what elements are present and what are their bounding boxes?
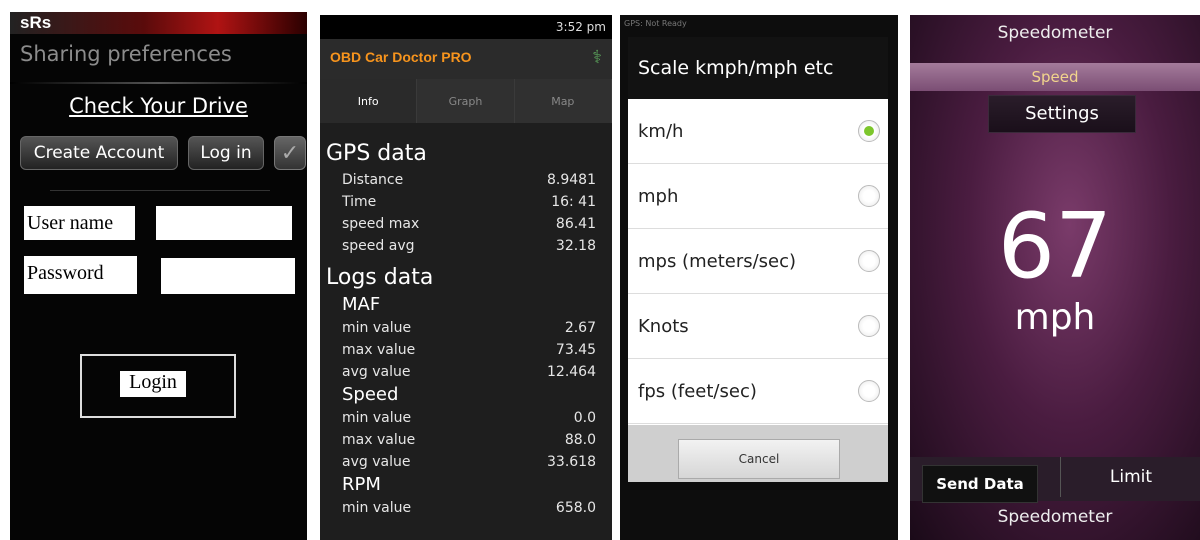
option-fps[interactable]: fps (feet/sec) [628, 359, 888, 424]
dialog-footer: Cancel [628, 425, 888, 482]
app-header: OBD Car Doctor PRO ⚕ [320, 39, 612, 79]
table-row: Time 16: 41 [342, 194, 596, 210]
tab-info[interactable]: Info [320, 79, 418, 123]
option-mps[interactable]: mps (meters/sec) [628, 229, 888, 294]
password-label: Password [24, 256, 137, 294]
cancel-button[interactable]: Cancel [678, 439, 840, 479]
speedometer-screen: Speedometer Speed Settings 67 mph Send D… [910, 15, 1200, 540]
send-data-button[interactable]: Send Data [922, 465, 1038, 503]
logs-section-title: Logs data [326, 265, 434, 290]
dialog-title: Scale kmph/mph etc [628, 37, 888, 99]
radio-icon[interactable] [858, 380, 880, 402]
top-bar: sRs [10, 12, 307, 34]
speed-title: Speed [342, 384, 399, 405]
option-knots[interactable]: Knots [628, 294, 888, 359]
footer-title: Speedometer [997, 507, 1113, 527]
table-row: min value 0.0 [342, 410, 596, 426]
divider [50, 190, 270, 191]
divider [10, 82, 307, 84]
checkmark-icon: ✓ [280, 140, 300, 166]
option-kmh[interactable]: km/h [628, 99, 888, 164]
username-input[interactable] [156, 206, 292, 240]
sharing-preferences-screen: sRs Sharing preferences Check Your Drive… [10, 12, 307, 540]
log-in-button[interactable]: Log in [188, 136, 264, 170]
table-row: min value 2.67 [342, 320, 596, 336]
radio-icon[interactable] [858, 315, 880, 337]
tab-bar: Info Graph Map [320, 79, 612, 123]
login-button[interactable]: Login [120, 371, 186, 397]
table-row: max value 88.0 [342, 432, 596, 448]
info-content: GPS data Distance 8.9481 Time 16: 41 speed… [326, 137, 606, 519]
maf-title: MAF [342, 294, 381, 315]
srs-logo: sRs [20, 13, 52, 32]
app-title: OBD Car Doctor PRO [330, 49, 472, 65]
create-account-button[interactable]: Create Account [20, 136, 178, 170]
tab-map[interactable]: Map [515, 79, 612, 123]
table-row: max value 73.45 [342, 342, 596, 358]
radio-icon[interactable] [858, 250, 880, 272]
remember-checkbox[interactable]: ✓ [274, 136, 306, 170]
scale-dialog-screen: GPS: Not Ready Scale kmph/mph etc km/h m… [620, 15, 898, 540]
rpm-title: RPM [342, 474, 381, 495]
page-title: Sharing preferences [20, 42, 232, 66]
table-row: min value 658.0 [342, 500, 596, 516]
status-time: 3:52 pm [555, 20, 606, 34]
tab-speed[interactable]: Speed [910, 63, 1200, 91]
speed-unit: mph [1014, 297, 1096, 338]
speed-value: 67 [997, 194, 1113, 299]
radio-icon[interactable] [858, 185, 880, 207]
scale-dialog: Scale kmph/mph etc km/h mph mps (meters/… [628, 37, 888, 482]
password-input[interactable] [161, 258, 295, 294]
username-label: User name [24, 206, 135, 240]
option-mph[interactable]: mph [628, 164, 888, 229]
obd-info-screen: 3:52 pm OBD Car Doctor PRO ⚕ Info Graph … [320, 15, 612, 540]
radio-selected-icon[interactable] [858, 120, 880, 142]
table-row: speed avg 32.18 [342, 238, 596, 254]
screen-title: Speedometer [997, 23, 1113, 43]
gps-status: GPS: Not Ready [624, 19, 687, 28]
table-row: avg value 12.464 [342, 364, 596, 380]
settings-button[interactable]: Settings [988, 95, 1136, 133]
status-bar: 3:52 pm [320, 15, 612, 39]
check-your-drive-link[interactable]: Check Your Drive [10, 94, 307, 118]
tab-graph[interactable]: Graph [417, 79, 515, 123]
table-row: Distance 8.9481 [342, 172, 596, 188]
table-row: avg value 33.618 [342, 454, 596, 470]
table-row: speed max 86.41 [342, 216, 596, 232]
limit-button[interactable]: Limit [1060, 457, 1200, 497]
pulse-icon[interactable]: ⚕ [592, 47, 602, 68]
gps-section-title: GPS data [326, 141, 427, 166]
